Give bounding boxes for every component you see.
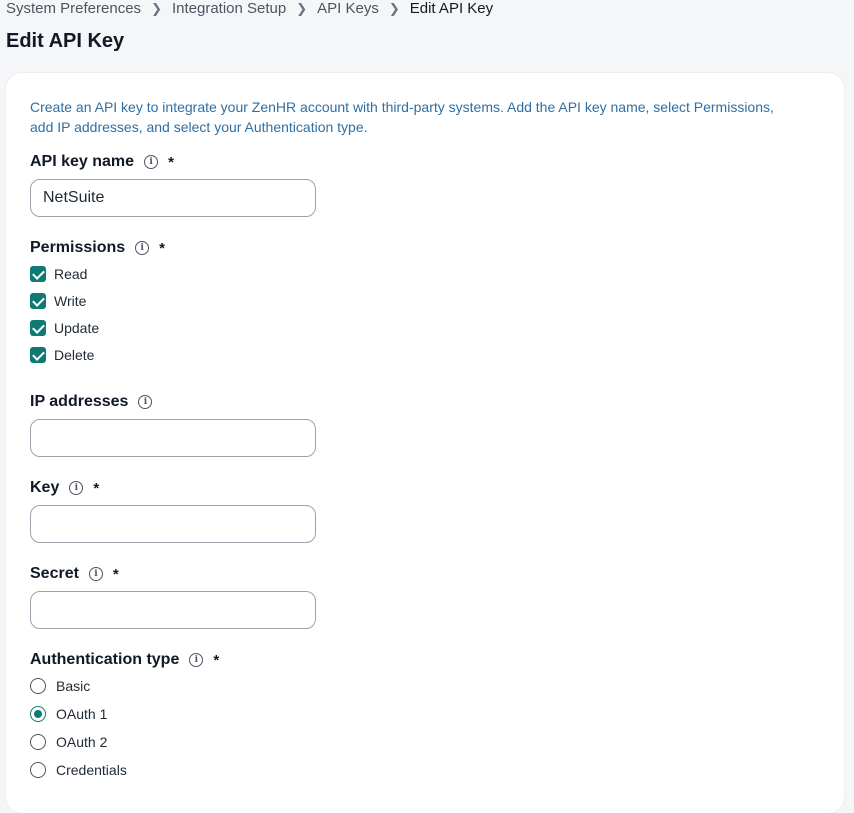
chevron-right-icon: ❯ — [296, 1, 308, 16]
breadcrumb-api-keys[interactable]: API Keys — [317, 0, 379, 18]
chevron-right-icon: ❯ — [388, 1, 400, 16]
key-label: Key i * — [30, 479, 99, 497]
key-input[interactable] — [30, 505, 316, 543]
required-marker: * — [112, 565, 119, 583]
radio-button-selected[interactable] — [30, 706, 46, 722]
ip-addresses-label: IP addresses i — [30, 393, 153, 411]
info-icon[interactable]: i — [144, 155, 159, 169]
permission-read[interactable]: Read — [30, 266, 87, 282]
api-key-name-input[interactable] — [30, 179, 316, 217]
auth-basic[interactable]: Basic — [30, 678, 90, 694]
breadcrumb: System Preferences ❯ Integration Setup ❯… — [6, 0, 493, 18]
auth-type-label: Authentication type i * — [30, 651, 219, 669]
info-icon[interactable]: i — [135, 241, 150, 255]
intro-text: Create an API key to integrate your ZenH… — [30, 99, 774, 135]
page-title: Edit API Key — [6, 30, 125, 52]
api-key-name-label-text: API key name — [30, 153, 135, 170]
auth-type-label-text: Authentication type — [30, 651, 180, 668]
ip-addresses-label-text: IP addresses — [30, 393, 129, 410]
permission-delete[interactable]: Delete — [30, 347, 94, 363]
checkbox-checked[interactable] — [30, 266, 46, 282]
checkbox-checked[interactable] — [30, 347, 46, 363]
ip-addresses-input[interactable] — [30, 419, 316, 457]
permission-update[interactable]: Update — [30, 320, 99, 336]
info-icon[interactable]: i — [88, 567, 103, 581]
info-icon[interactable]: i — [69, 481, 84, 495]
auth-basic-label: Basic — [56, 678, 91, 694]
api-key-name-label: API key name i * — [30, 153, 174, 171]
permission-write-label: Write — [54, 293, 87, 309]
auth-oauth1[interactable]: OAuth 1 — [30, 706, 107, 722]
permission-read-label: Read — [54, 266, 88, 282]
permission-delete-label: Delete — [54, 347, 95, 363]
secret-label: Secret i * — [30, 565, 119, 583]
secret-label-text: Secret — [30, 565, 79, 582]
required-marker: * — [168, 153, 174, 171]
breadcrumb-integration-setup[interactable]: Integration Setup — [172, 0, 286, 18]
form-card: Create an API key to integrate your ZenH… — [6, 73, 844, 813]
required-marker: * — [159, 239, 165, 257]
auth-oauth2-label: OAuth 2 — [56, 734, 108, 750]
breadcrumb-current: Edit API Key — [409, 0, 494, 17]
radio-button[interactable] — [30, 734, 46, 750]
auth-credentials[interactable]: Credentials — [30, 762, 127, 778]
auth-oauth1-label: OAuth 1 — [56, 706, 108, 722]
required-marker: * — [213, 651, 220, 669]
chevron-right-icon: ❯ — [151, 1, 162, 16]
required-marker: * — [93, 479, 100, 497]
secret-input[interactable] — [30, 591, 316, 629]
info-icon[interactable]: i — [189, 653, 204, 667]
permissions-label: Permissions i * — [30, 239, 165, 257]
permission-write[interactable]: Write — [30, 293, 86, 309]
radio-button[interactable] — [30, 762, 46, 778]
auth-oauth2[interactable]: OAuth 2 — [30, 734, 107, 750]
key-label-text: Key — [30, 479, 60, 496]
radio-button[interactable] — [30, 678, 46, 694]
permission-update-label: Update — [54, 320, 100, 336]
auth-credentials-label: Credentials — [56, 762, 127, 778]
info-icon[interactable]: i — [138, 395, 153, 409]
breadcrumb-system-preferences[interactable]: System Preferences — [6, 0, 141, 18]
checkbox-checked[interactable] — [30, 293, 46, 309]
permissions-label-text: Permissions — [30, 239, 126, 256]
checkbox-checked[interactable] — [30, 320, 46, 336]
